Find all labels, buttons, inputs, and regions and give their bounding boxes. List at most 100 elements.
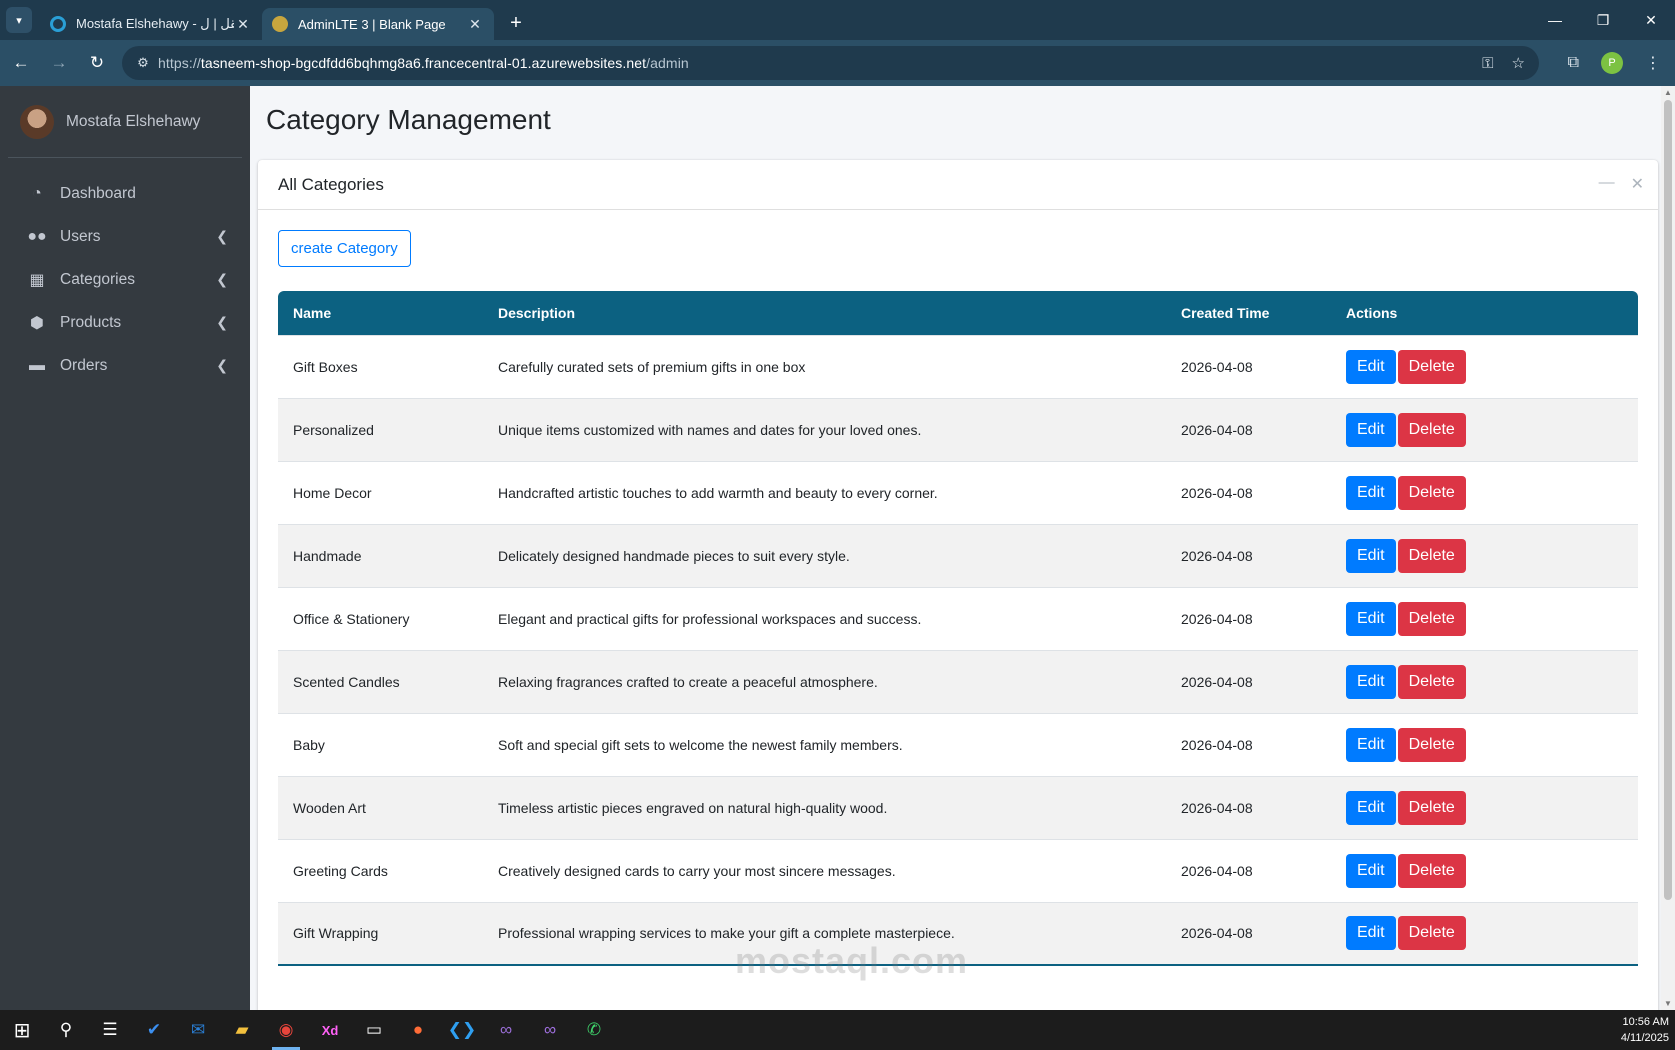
- edit-button[interactable]: Edit: [1346, 664, 1396, 699]
- delete-button[interactable]: Delete: [1397, 475, 1466, 510]
- delete-button[interactable]: Delete: [1397, 664, 1466, 699]
- browser-tab-adminlte[interactable]: AdminLTE 3 | Blank Page ✕: [262, 8, 494, 40]
- windows-taskbar: ⊞ ⚲ ☰ ✔ ✉ ▰ ◉ Xd ▭ ● ❮❯ ∞ ∞ ✆ 10:56 AM 4…: [0, 1010, 1675, 1050]
- close-tab-icon[interactable]: ✕: [466, 16, 484, 33]
- page-scrollbar[interactable]: ▲ ▼: [1661, 86, 1675, 1010]
- todo-icon[interactable]: ✔: [132, 1010, 176, 1050]
- sidebar-item-dashboard[interactable]: ◔ Dashboard: [8, 172, 242, 215]
- whatsapp-icon[interactable]: ✆: [572, 1010, 616, 1050]
- user-avatar[interactable]: [20, 104, 54, 139]
- delete-button[interactable]: Delete: [1397, 412, 1466, 447]
- adobe-xd-icon[interactable]: Xd: [308, 1010, 352, 1050]
- profile-avatar[interactable]: P: [1601, 52, 1623, 74]
- close-window-icon[interactable]: ✕: [1627, 0, 1675, 40]
- scrollbar-thumb[interactable]: [1664, 100, 1672, 900]
- edit-button[interactable]: Edit: [1346, 853, 1396, 888]
- site-info-icon[interactable]: ⚙: [128, 55, 158, 71]
- browser-tab-mostaql[interactable]: Mostafa Elshehawy - مستقل | ل ✕: [40, 8, 262, 40]
- chevron-left-icon: ❮: [216, 228, 228, 244]
- edit-button[interactable]: Edit: [1346, 727, 1396, 762]
- delete-button[interactable]: Delete: [1397, 538, 1466, 573]
- row-actions: Edit Delete: [1331, 838, 1638, 902]
- sidebar-item-orders[interactable]: ▬ Orders ❮: [8, 344, 242, 387]
- postman-icon[interactable]: ●: [396, 1010, 440, 1050]
- new-tab-button[interactable]: +: [502, 9, 530, 37]
- file-explorer-icon[interactable]: ▰: [220, 1010, 264, 1050]
- dashboard-icon: ◔: [32, 184, 42, 202]
- reload-icon[interactable]: ↻: [80, 46, 114, 80]
- delete-button[interactable]: Delete: [1397, 853, 1466, 888]
- scroll-down-icon[interactable]: ▼: [1664, 999, 1672, 1008]
- forward-icon[interactable]: →: [42, 46, 76, 80]
- column-header-created-time: Created Time: [1181, 304, 1270, 321]
- main-content: Category Management All Categories — ✕ c…: [250, 86, 1661, 1040]
- chevron-left-icon: ❮: [216, 314, 228, 330]
- column-header-name: Name: [293, 304, 332, 321]
- create-category-button[interactable]: create Category: [278, 230, 411, 267]
- delete-button[interactable]: Delete: [1397, 349, 1466, 384]
- sidebar: Mostafa Elshehawy ◔ Dashboard ●● Users ❮…: [0, 86, 250, 1010]
- delete-button[interactable]: Delete: [1397, 916, 1466, 951]
- table-row: Office & Stationery Elegant and practical…: [278, 586, 1638, 650]
- category-name: Home Decor: [278, 460, 483, 524]
- collapse-icon[interactable]: —: [1599, 174, 1615, 194]
- minimize-icon[interactable]: —: [1531, 0, 1579, 40]
- delete-button[interactable]: Delete: [1397, 601, 1466, 636]
- url-text[interactable]: https://tasneem-shop-bgcdfdd6bqhmg8a6.fr…: [158, 55, 689, 71]
- scroll-up-icon[interactable]: ▲: [1664, 88, 1672, 97]
- close-card-icon[interactable]: ✕: [1631, 174, 1644, 194]
- outlook-icon[interactable]: ✉: [176, 1010, 220, 1050]
- card-title: All Categories: [278, 174, 384, 194]
- category-description: Relaxing fragrances crafted to create a …: [483, 649, 1166, 713]
- table-row: Handmade Delicately designed handmade pie…: [278, 523, 1638, 587]
- edit-button[interactable]: Edit: [1346, 916, 1396, 951]
- products-icon: ⬢: [30, 314, 44, 332]
- edit-button[interactable]: Edit: [1346, 412, 1396, 447]
- table-row: Gift Boxes Carefully curated sets of prem…: [278, 334, 1638, 398]
- adminlte-favicon-icon: [272, 16, 288, 32]
- edit-button[interactable]: Edit: [1346, 601, 1396, 636]
- category-name: Greeting Cards: [278, 838, 483, 902]
- browser-toolbar: ← → ↻ ⚙ https://tasneem-shop-bgcdfdd6bqh…: [0, 40, 1675, 86]
- edit-button[interactable]: Edit: [1346, 349, 1396, 384]
- delete-button[interactable]: Delete: [1397, 790, 1466, 825]
- task-view-icon[interactable]: ☰: [88, 1010, 132, 1050]
- user-panel[interactable]: Mostafa Elshehawy: [8, 86, 242, 158]
- category-name: Baby: [278, 712, 483, 776]
- row-actions: Edit Delete: [1331, 460, 1638, 524]
- start-icon[interactable]: ⊞: [0, 1010, 44, 1050]
- visual-studio-icon[interactable]: ∞: [484, 1010, 528, 1050]
- address-bar[interactable]: ⚙ https://tasneem-shop-bgcdfdd6bqhmg8a6.…: [122, 46, 1539, 80]
- back-icon[interactable]: ←: [4, 46, 38, 80]
- category-description: Soft and special gift sets to welcome th…: [483, 712, 1166, 776]
- sidebar-item-categories[interactable]: ▦ Categories ❮: [8, 258, 242, 301]
- table-row: Baby Soft and special gift sets to welcom…: [278, 712, 1638, 776]
- search-icon[interactable]: ⚲: [44, 1010, 88, 1050]
- sidebar-item-users[interactable]: ●● Users ❮: [8, 215, 242, 258]
- close-tab-icon[interactable]: ✕: [234, 16, 252, 33]
- browser-menu-icon[interactable]: ⋮: [1645, 53, 1661, 73]
- window-controls: — ❐ ✕: [1531, 0, 1675, 40]
- categories-card: All Categories — ✕ create Category Name …: [258, 160, 1658, 1040]
- sidebar-item-products[interactable]: ⬢ Products ❮: [8, 301, 242, 344]
- orders-icon: ▬: [29, 356, 45, 374]
- tab-search-icon[interactable]: ▾: [6, 7, 32, 33]
- category-name: Wooden Art: [278, 775, 483, 839]
- category-created-time: 2026-04-08: [1166, 586, 1331, 650]
- visual-studio-preview-icon[interactable]: ∞: [528, 1010, 572, 1050]
- delete-button[interactable]: Delete: [1397, 727, 1466, 762]
- chrome-icon[interactable]: ◉: [264, 1010, 308, 1050]
- system-clock[interactable]: 10:56 AM 4/11/2025: [1621, 1014, 1669, 1046]
- vscode-icon[interactable]: ❮❯: [440, 1010, 484, 1050]
- restore-icon[interactable]: ❐: [1579, 0, 1627, 40]
- edit-button[interactable]: Edit: [1346, 790, 1396, 825]
- user-name[interactable]: Mostafa Elshehawy: [66, 113, 200, 131]
- card-body: create Category Name Description Created…: [258, 210, 1658, 986]
- bookmark-star-icon[interactable]: ☆: [1512, 54, 1525, 72]
- edit-button[interactable]: Edit: [1346, 475, 1396, 510]
- edit-button[interactable]: Edit: [1346, 538, 1396, 573]
- terminal-icon[interactable]: ▭: [352, 1010, 396, 1050]
- table-row: Home Decor Handcrafted artistic touches t…: [278, 460, 1638, 524]
- password-key-icon[interactable]: ⚿: [1482, 55, 1493, 72]
- extensions-icon[interactable]: ⧉: [1568, 54, 1579, 72]
